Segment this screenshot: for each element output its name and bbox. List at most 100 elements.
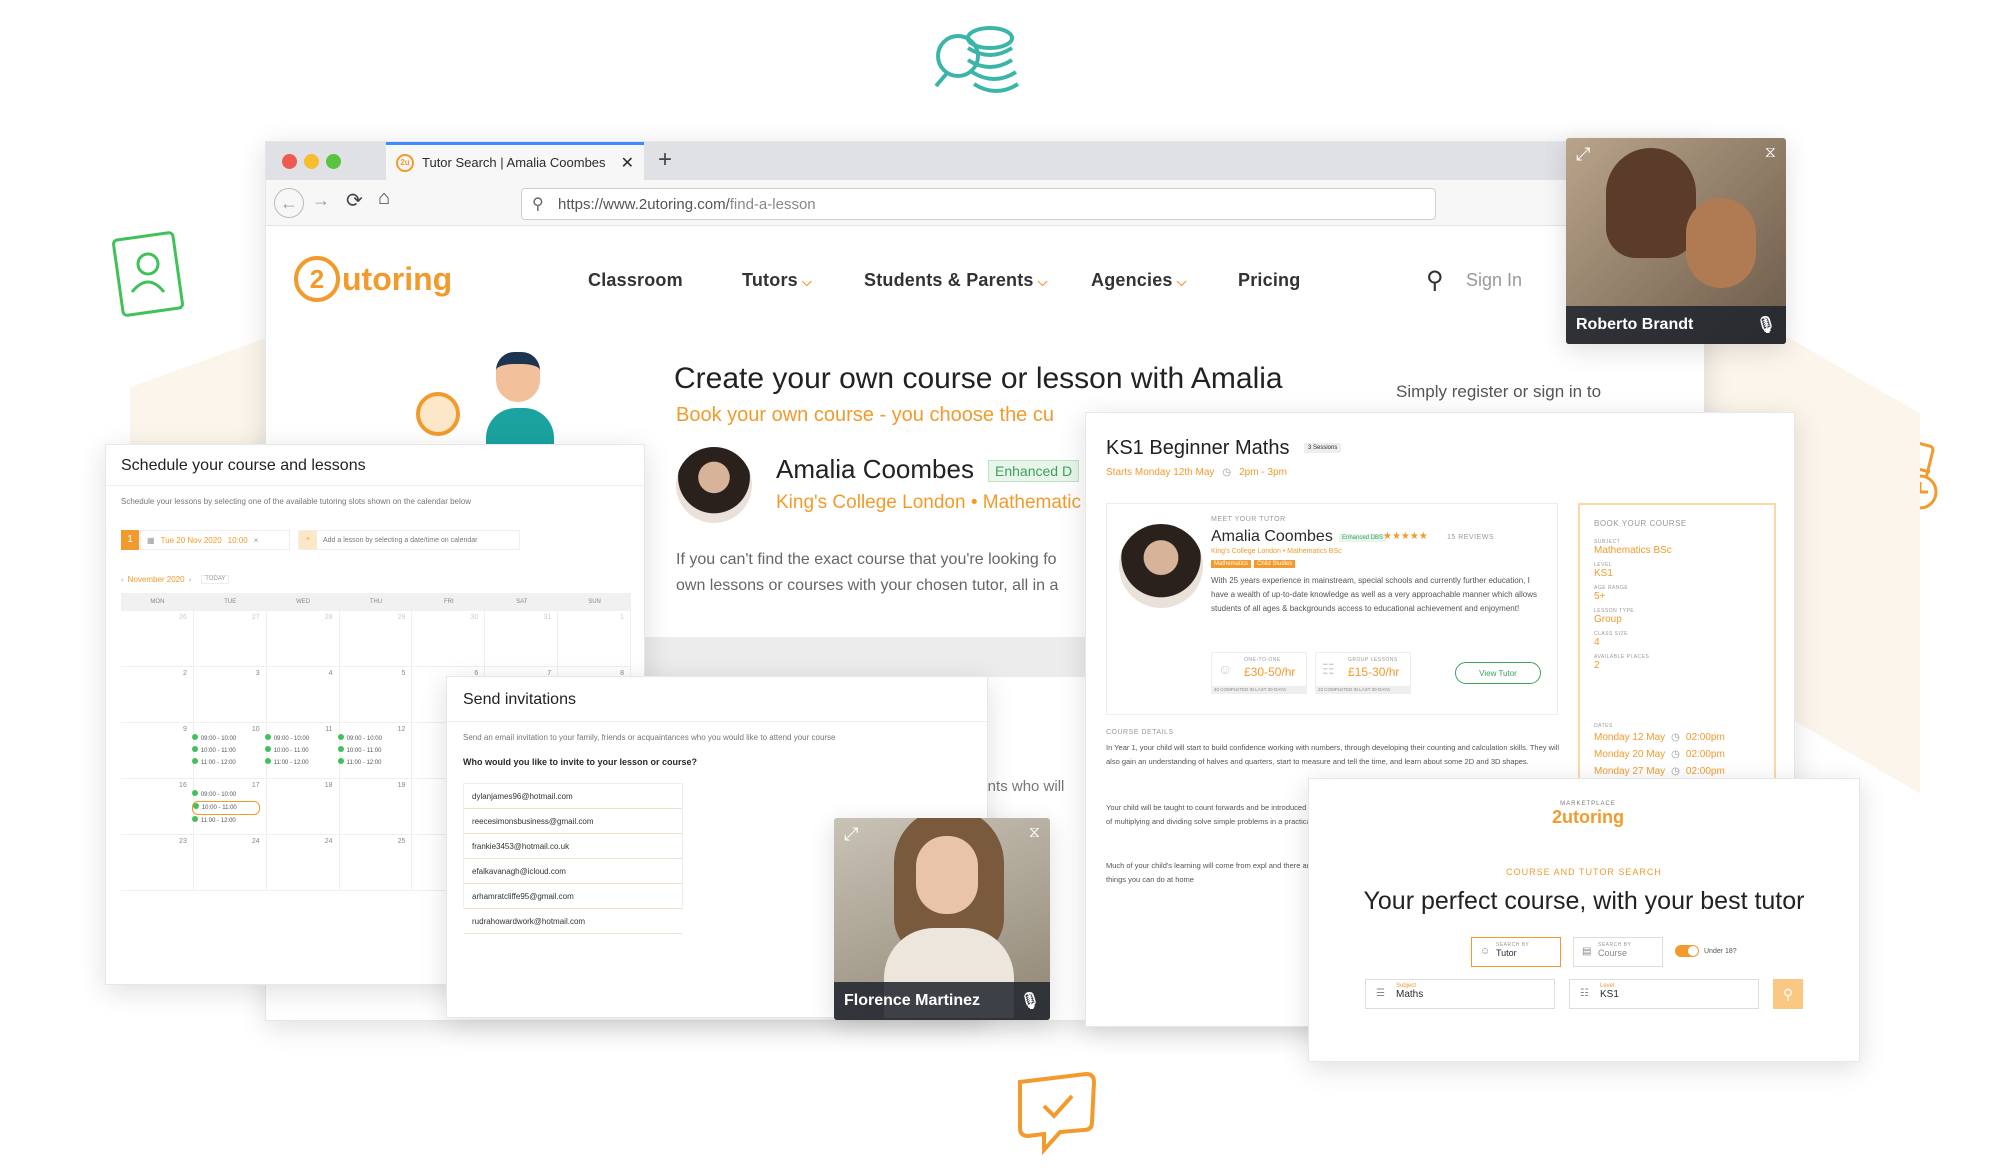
calendar-day[interactable]: 23 [121,835,194,891]
calendar-day[interactable]: 18 [266,779,340,835]
level-icon: ☷ [1580,988,1589,999]
search-logo: MARKETPLACE 2utoring [1543,801,1633,828]
star-rating-icon: ★★★★★ [1383,531,1428,542]
nav-agencies[interactable]: Agencies ⌵ [1091,270,1187,291]
time-slot[interactable]: 10:00 - 11:00 [192,745,260,757]
close-window-button[interactable] [282,154,297,169]
toggle-switch[interactable] [1675,945,1699,957]
url-input[interactable]: ⚲ https://www.2utoring.com/find-a-lesson [521,188,1436,220]
tag: Mathematics [1211,560,1252,568]
time-slot[interactable]: 10:00 - 11:00 [338,745,406,757]
nav-students-parents[interactable]: Students & Parents ⌵ [864,270,1048,291]
time-slot[interactable]: 11:00 - 12:00 [338,757,406,769]
calendar-day[interactable]: 28 [266,611,340,667]
reload-icon[interactable]: ⟳ [346,188,363,213]
subject-select[interactable]: ☰ Subject Maths [1365,979,1555,1009]
chevron-right-icon[interactable]: › [189,575,192,584]
chevron-left-icon[interactable]: ‹ [121,575,124,584]
calendar-day[interactable]: 1 [558,611,631,667]
video-tile-roberto[interactable]: ⤢ ⧖ Roberto Brandt 🎙 [1566,138,1786,344]
calendar-day[interactable]: 4 [266,667,340,723]
calendar-day[interactable]: 27 [193,611,267,667]
weekday-label: THU [369,599,383,605]
nav-tutors[interactable]: Tutors ⌵ [742,270,812,291]
under-18-toggle[interactable]: Under 18? [1675,945,1737,957]
back-icon[interactable]: ← [274,188,304,218]
time-slot[interactable]: 09:00 - 10:00 [192,789,260,801]
calendar-day[interactable]: 3 [193,667,267,723]
expand-icon[interactable]: ⤢ [1576,144,1590,165]
nav-pricing[interactable]: Pricing [1238,270,1300,291]
time-slot[interactable]: 11:00 - 12:00 [265,757,333,769]
url-path: find-a-lesson [729,195,816,213]
calendar-day[interactable]: 5 [339,667,413,723]
calendar-day[interactable]: 24 [193,835,267,891]
selected-slot[interactable]: ▦ Tue 20 Nov 2020 10:00 × [140,530,290,550]
person-icon: ☺ [1218,661,1233,677]
search-icon[interactable]: ⚲ [1426,266,1444,295]
minimize-window-button[interactable] [304,154,319,169]
search-by-tutor-option[interactable]: ☺ SEARCH BY Tutor [1471,937,1561,967]
time-slot[interactable]: 09:00 - 10:00 [338,733,406,745]
date-row[interactable]: Monday 12 May ◷ 02:00pm [1594,729,1725,746]
calendar-day[interactable]: 29 [339,611,413,667]
new-tab-icon[interactable]: + [658,146,672,174]
email-row[interactable]: dylanjames96@hotmail.com [464,784,682,809]
calendar-day[interactable]: 31 [485,611,559,667]
book-field: LEVEL KS1 [1594,562,1672,579]
dbs-badge: Enhanced DBS [1339,534,1387,542]
remove-slot-icon[interactable]: × [254,536,259,545]
month-selector[interactable]: ‹ November 2020 › TODAY [121,575,230,584]
email-row[interactable]: frankie3453@hotmail.co.uk [464,834,682,859]
today-button[interactable]: TODAY [201,575,230,584]
site-logo[interactable]: 2 utoring [294,256,452,302]
nav-classroom[interactable]: Classroom [588,270,683,291]
calendar-day[interactable]: 11 09:00 - 10:00 10:00 - 11:00 11:00 - 12:0… [265,723,340,779]
day-number: 25 [397,838,406,845]
calendar-day[interactable]: 2 [121,667,194,723]
email-row[interactable]: arhamratcliffe95@gmail.com [464,884,682,909]
calendar-day[interactable]: 26 [121,611,194,667]
calendar-day[interactable]: 17 09:00 - 10:00 10:00 - 11:00 11:00 - 12:0… [191,779,267,835]
tab-bar: 2u Tutor Search | Amalia Coombes ✕ + [266,142,1704,180]
calendar-day[interactable]: 24 [266,835,340,891]
calendar-day[interactable]: 12 09:00 - 10:00 10:00 - 11:00 11:00 - 12:0… [338,723,413,779]
email-row[interactable]: efalkavanagh@icloud.com [464,859,682,884]
view-tutor-button[interactable]: View Tutor [1455,662,1541,684]
pin-icon[interactable]: ⧖ [1765,144,1776,162]
time-slot[interactable]: 10:00 - 11:00 [265,745,333,757]
pin-icon[interactable]: ⧖ [1029,824,1040,842]
sign-in-link[interactable]: Sign In [1466,270,1522,291]
day-number: 19 [397,782,406,789]
microphone-icon[interactable]: 🎙 [1756,315,1776,335]
video-tile-florence[interactable]: ⤢ ⧖ Florence Martinez 🎙 [834,818,1050,1020]
add-lesson-button[interactable]: + Add a lesson by selecting a date/time … [298,530,520,550]
expand-icon[interactable]: ⤢ [844,824,858,845]
maximize-window-button[interactable] [326,154,341,169]
forward-icon[interactable]: → [312,190,330,211]
calendar-day[interactable]: 25 [339,835,413,891]
video-child [1686,198,1756,288]
search-submit-button[interactable]: ⚲ [1773,979,1803,1009]
microphone-icon[interactable]: 🎙 [1020,991,1040,1011]
email-row[interactable]: reecesimonsbusiness@gmail.com [464,809,682,834]
level-select[interactable]: ☷ Level KS1 [1569,979,1759,1009]
subject-icon: ☰ [1376,988,1385,999]
calendar-day[interactable]: 16 [121,779,194,835]
chat-check-icon [1018,1071,1097,1156]
calendar-day[interactable]: 10 09:00 - 10:00 10:00 - 11:00 11:00 - 12:0… [192,723,267,779]
search-by-course-option[interactable]: ▤ SEARCH BY Course [1573,937,1663,967]
time-slot[interactable]: 11:00 - 12:00 [192,815,260,827]
close-tab-icon[interactable]: ✕ [621,153,634,173]
time-slot[interactable]: 11:00 - 12:00 [192,757,260,769]
calendar-day[interactable]: 30 [412,611,486,667]
time-slot[interactable]: 09:00 - 10:00 [192,733,260,745]
email-row[interactable]: rudrahowardwork@hotmail.com [464,909,682,934]
home-icon[interactable]: ⌂ [378,187,390,210]
calendar-day[interactable]: 19 [339,779,413,835]
date-row[interactable]: Monday 20 May ◷ 02:00pm [1594,746,1725,763]
time-slot[interactable]: 09:00 - 10:00 [265,733,333,745]
browser-tab[interactable]: 2u Tutor Search | Amalia Coombes ✕ [386,142,644,180]
calendar-day[interactable]: 9 [121,723,194,779]
time-slot[interactable]: 10:00 - 11:00 [191,801,260,815]
